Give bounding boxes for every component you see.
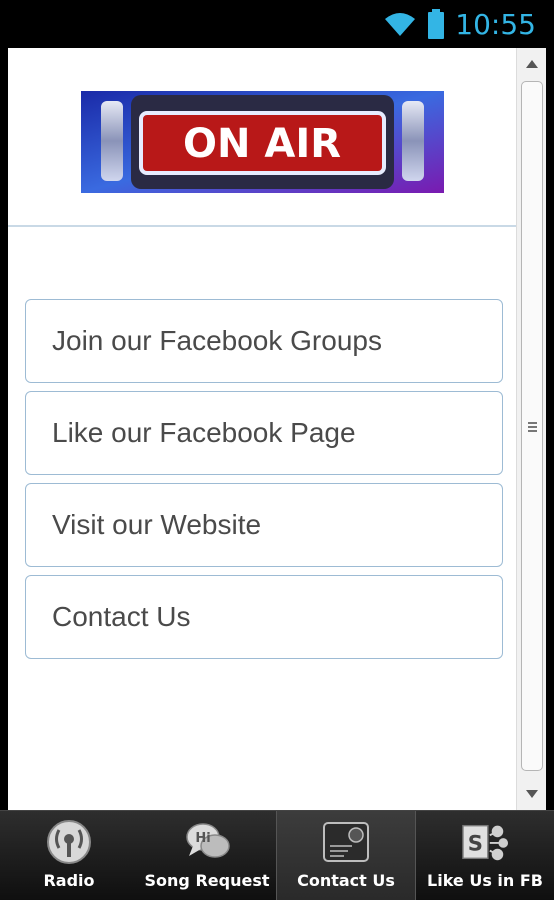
menu-list: Join our Facebook Groups Like our Facebo… [25,299,503,667]
bottom-tab-bar: Radio Hi Song Request Contact Us S Like … [0,810,554,900]
radio-icon [45,819,93,865]
contact-us-button[interactable]: Contact Us [25,575,503,659]
tab-like-us-fb-label: Like Us in FB [427,871,543,890]
tab-radio-label: Radio [43,871,95,890]
tab-radio[interactable]: Radio [0,811,138,900]
scrollbar[interactable] [516,48,546,810]
like-facebook-page-button[interactable]: Like our Facebook Page [25,391,503,475]
on-air-banner: ON AIR [81,91,444,193]
divider [8,225,516,227]
status-bar: 10:55 [0,0,554,48]
visit-website-button[interactable]: Visit our Website [25,483,503,567]
wifi-icon [383,11,417,37]
scroll-thumb[interactable] [521,81,543,771]
tab-like-us-fb[interactable]: S Like Us in FB [416,811,554,900]
tab-contact-us-label: Contact Us [297,871,395,890]
tab-song-request-label: Song Request [144,871,270,890]
battery-icon [427,9,445,39]
chat-bubble-icon: Hi [183,819,231,865]
tab-song-request[interactable]: Hi Song Request [138,811,276,900]
clock: 10:55 [455,7,536,41]
grip-icon [528,422,537,434]
contact-card-icon [322,819,370,865]
scroll-down-arrow-icon[interactable] [517,781,546,807]
webview: ON AIR Join our Facebook Groups Like our… [8,48,546,810]
content-area: ON AIR Join our Facebook Groups Like our… [8,48,516,810]
scroll-up-arrow-icon[interactable] [517,51,546,77]
sharepoint-icon: S [461,819,509,865]
join-facebook-groups-button[interactable]: Join our Facebook Groups [25,299,503,383]
tab-contact-us[interactable]: Contact Us [276,811,416,900]
svg-text:S: S [468,831,483,856]
svg-text:Hi: Hi [195,831,210,846]
banner-text: ON AIR [183,121,341,167]
